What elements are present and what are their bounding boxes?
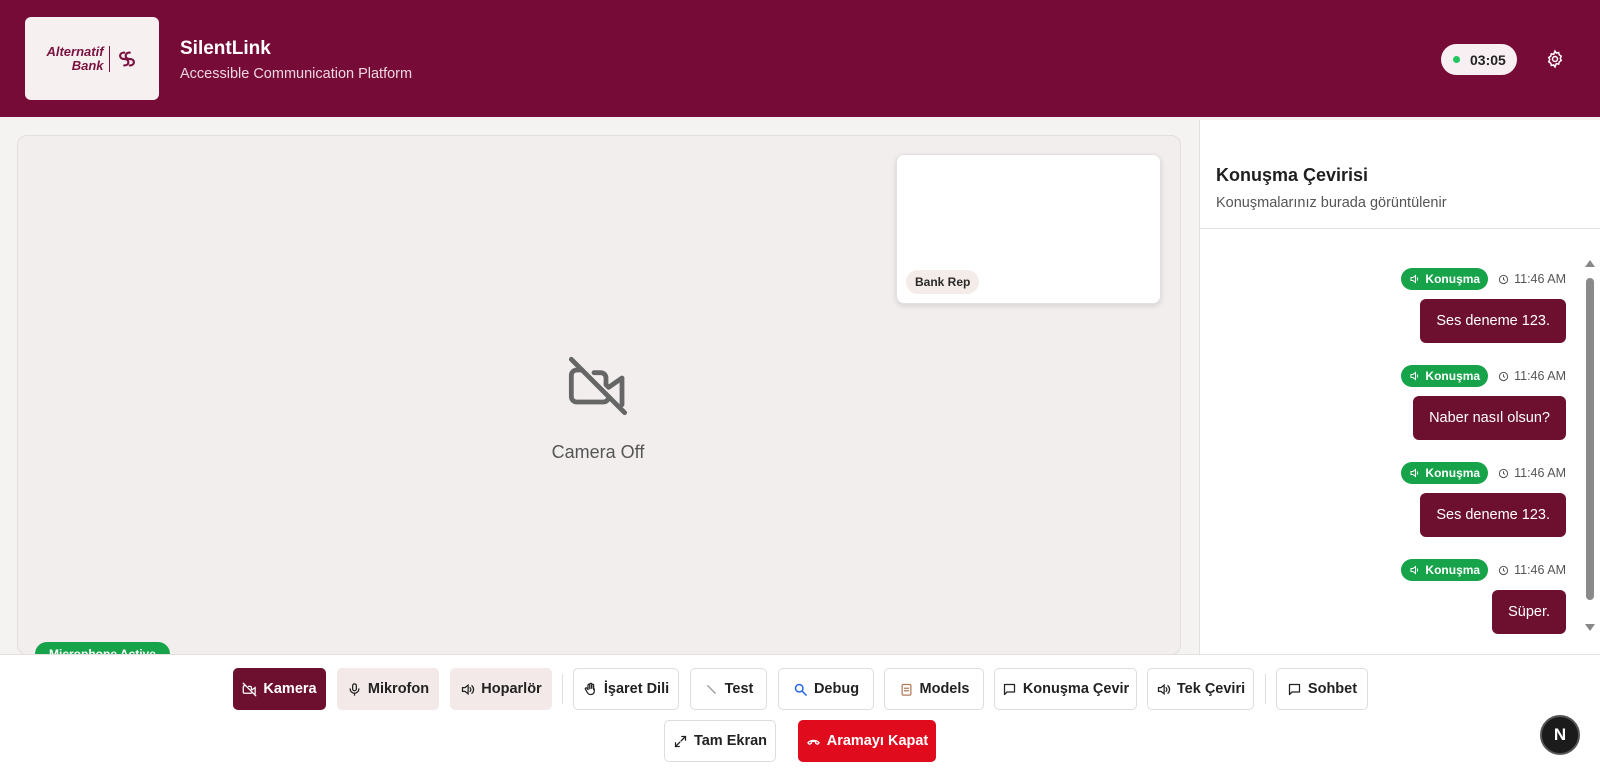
magnifier-icon	[794, 683, 807, 696]
control-toolbar: Kamera Mikrofon Hoparlör İşaret Dili Tes…	[0, 654, 1600, 773]
status-dot	[1453, 56, 1460, 63]
camera-off-icon	[243, 682, 257, 696]
speech-tag: Konuşma	[1401, 559, 1489, 581]
logo-wordmark: Alternatif Bank	[46, 43, 104, 73]
main-video-area: Bank Rep Camera Off Microphone Active	[17, 135, 1181, 655]
clock-icon	[1498, 274, 1509, 284]
test-tube-icon	[706, 684, 716, 694]
scroll-down-arrow[interactable]	[1585, 624, 1595, 631]
speaker-icon	[1410, 274, 1419, 284]
speech-tag: Konuşma	[1401, 462, 1489, 484]
end-call-button[interactable]: Aramayı Kapat	[798, 720, 936, 762]
expand-icon	[674, 735, 687, 747]
app-header: Alternatif Bank SilentLink Accessible Co…	[0, 0, 1600, 117]
chat-scrollbar[interactable]	[1585, 260, 1595, 640]
bank-logo: Alternatif Bank	[25, 17, 159, 100]
message-bubble: Naber nasıl olsun?	[1413, 396, 1566, 440]
chat-bubble-icon	[1288, 683, 1301, 695]
sign-language-button[interactable]: İşaret Dili	[573, 668, 679, 710]
message-bubble: Ses deneme 123.	[1420, 493, 1566, 537]
panel-divider	[1200, 228, 1600, 229]
speaker-icon	[462, 683, 475, 695]
remote-video-pip[interactable]: Bank Rep	[896, 154, 1161, 304]
panel-subtitle: Konuşmalarınız burada görüntülenir	[1216, 195, 1447, 211]
scroll-thumb[interactable]	[1586, 278, 1594, 600]
speaker-button[interactable]: Hoparlör	[450, 668, 552, 710]
microphone-icon	[349, 682, 360, 696]
camera-off-icon	[568, 356, 628, 416]
message-meta: Konuşma 11:46 AM	[1401, 462, 1566, 484]
scroll-up-arrow[interactable]	[1585, 260, 1595, 267]
single-translate-button[interactable]: Tek Çeviri	[1147, 668, 1254, 710]
speech-translate-button[interactable]: Konuşma Çevir	[994, 668, 1137, 710]
speech-tag: Konuşma	[1401, 365, 1489, 387]
logo-symbol-icon	[118, 50, 135, 67]
microphone-button[interactable]: Mikrofon	[337, 668, 439, 710]
chat-button[interactable]: Sohbet	[1276, 668, 1368, 710]
timer-value: 03:05	[1470, 51, 1506, 68]
speaker-icon	[1410, 565, 1419, 575]
camera-off-label: Camera Off	[551, 442, 645, 462]
phone-hangup-icon	[806, 739, 820, 745]
message-bubble: Süper.	[1492, 590, 1566, 634]
message-meta: Konuşma 11:46 AM	[1401, 365, 1566, 387]
app-subtitle: Accessible Communication Platform	[180, 66, 413, 82]
message-meta: Konuşma 11:46 AM	[1401, 559, 1566, 581]
clipboard-icon	[901, 683, 912, 696]
message-time: 11:46 AM	[1498, 369, 1566, 383]
test-button[interactable]: Test	[690, 668, 767, 710]
call-timer: 03:05	[1441, 44, 1517, 75]
hand-icon	[584, 682, 595, 695]
app-title: SilentLink	[180, 38, 271, 59]
avatar[interactable]: N	[1540, 715, 1580, 755]
speaker-icon	[1410, 468, 1419, 478]
camera-button[interactable]: Kamera	[233, 668, 326, 710]
gear-icon[interactable]	[1545, 49, 1565, 69]
speaker-icon	[1157, 683, 1170, 695]
debug-button[interactable]: Debug	[778, 668, 874, 710]
clock-icon	[1498, 468, 1509, 478]
translation-panel: Konuşma Çevirisi Konuşmalarınız burada g…	[1199, 120, 1600, 665]
message-time: 11:46 AM	[1498, 563, 1566, 577]
message-meta: Konuşma 11:46 AM	[1401, 268, 1566, 290]
clock-icon	[1498, 565, 1509, 575]
message-time: 11:46 AM	[1498, 466, 1566, 480]
message-bubble: Ses deneme 123.	[1420, 299, 1566, 343]
clock-icon	[1498, 371, 1509, 381]
speaker-icon	[1410, 371, 1419, 381]
pip-label: Bank Rep	[906, 270, 980, 294]
chat-bubble-icon	[1003, 683, 1015, 695]
fullscreen-button[interactable]: Tam Ekran	[664, 720, 776, 762]
panel-title: Konuşma Çevirisi	[1216, 165, 1369, 185]
speech-tag: Konuşma	[1401, 268, 1489, 290]
models-button[interactable]: Models	[884, 668, 984, 710]
message-time: 11:46 AM	[1498, 272, 1566, 286]
